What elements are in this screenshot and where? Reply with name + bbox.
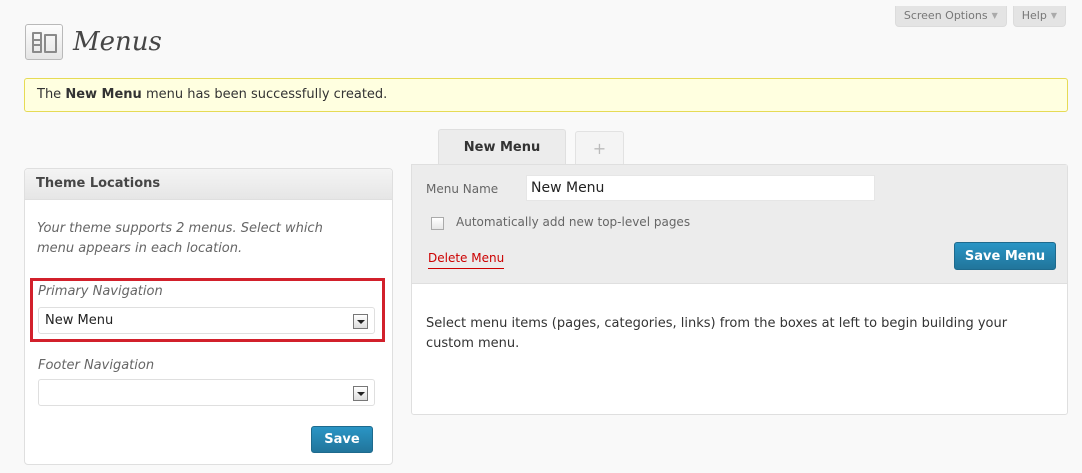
auto-add-checkbox[interactable] [431, 217, 444, 230]
theme-locations-box: Theme Locations Your theme supports 2 me… [24, 168, 393, 465]
menus-icon [25, 24, 63, 60]
delete-menu-link[interactable]: Delete Menu [428, 251, 505, 269]
footer-navigation-select[interactable] [38, 379, 375, 406]
page-title: Menus [73, 27, 162, 57]
save-menu-button[interactable]: Save Menu [954, 242, 1056, 270]
primary-navigation-label: Primary Navigation [38, 284, 163, 299]
notice-suffix: menu has been successfully created. [141, 87, 388, 102]
menu-instructions: Select menu items (pages, categories, li… [426, 316, 1008, 351]
primary-navigation-value: New Menu [45, 313, 114, 328]
notice-menu-name: New Menu [65, 87, 142, 102]
theme-locations-title: Theme Locations [25, 169, 392, 200]
tab-new-menu[interactable]: New Menu [438, 129, 566, 165]
screen-options-label: Screen Options [903, 9, 988, 22]
dropdown-arrow-icon[interactable] [353, 314, 368, 329]
notice-prefix: The [37, 87, 66, 102]
page-heading: Menus [25, 24, 162, 60]
primary-navigation-select[interactable]: New Menu [38, 307, 375, 334]
success-notice: The New Menu menu has been successfully … [24, 78, 1068, 112]
auto-add-label: Automatically add new top-level pages [456, 215, 691, 229]
menu-name-input[interactable]: New Menu [526, 175, 875, 201]
menu-name-label: Menu Name [426, 182, 499, 196]
screen-options-button[interactable]: Screen Options ▼ [894, 6, 1007, 27]
dropdown-arrow-icon[interactable] [353, 386, 368, 401]
help-label: Help [1021, 9, 1047, 22]
chevron-down-icon: ▼ [991, 11, 998, 20]
chevron-down-icon: ▼ [1050, 11, 1057, 20]
help-button[interactable]: Help ▼ [1012, 6, 1066, 27]
menu-editor-panel: Menu Name New Menu Automatically add new… [411, 164, 1068, 415]
add-menu-tab[interactable]: + [575, 131, 624, 164]
save-locations-button[interactable]: Save [311, 426, 373, 453]
footer-navigation-label: Footer Navigation [38, 358, 155, 373]
screen-meta-links: Screen Options ▼ Help ▼ [894, 6, 1066, 27]
theme-locations-description: Your theme supports 2 menus. Select whic… [37, 221, 323, 256]
menu-editor-header: Menu Name New Menu Automatically add new… [412, 165, 1067, 284]
